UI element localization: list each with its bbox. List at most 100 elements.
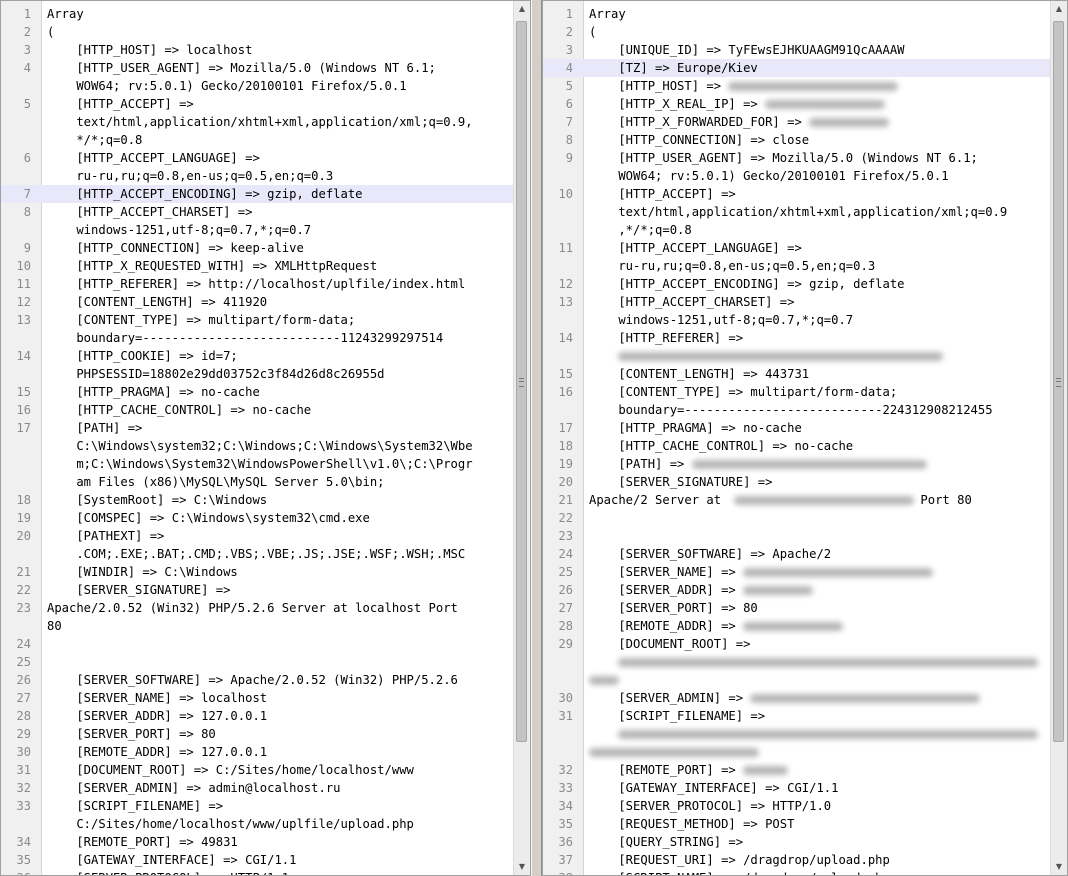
line-text-segment: ,*/*;q=0.8 (589, 223, 692, 237)
code-line[interactable]: 2( (1, 23, 514, 41)
code-line[interactable]: 31 [DOCUMENT_ROOT] => C:/Sites/home/loca… (1, 761, 514, 779)
code-line[interactable]: 14 [HTTP_REFERER] => (543, 329, 1051, 365)
code-line[interactable]: 32 [REMOTE_PORT] => (543, 761, 1051, 779)
pane-splitter[interactable] (531, 0, 542, 876)
code-line[interactable]: 33 [GATEWAY_INTERFACE] => CGI/1.1 (543, 779, 1051, 797)
code-line[interactable]: 25 [SERVER_NAME] => (543, 563, 1051, 581)
code-line[interactable]: 4 [TZ] => Europe/Kiev (543, 59, 1051, 77)
code-line[interactable]: 22 (543, 509, 1051, 527)
code-line[interactable]: 29 [SERVER_PORT] => 80 (1, 725, 514, 743)
code-line[interactable]: 26 [SERVER_SOFTWARE] => Apache/2.0.52 (W… (1, 671, 514, 689)
code-line[interactable]: 17 [HTTP_PRAGMA] => no-cache (543, 419, 1051, 437)
code-line[interactable]: 27 [SERVER_PORT] => 80 (543, 599, 1051, 617)
code-line[interactable]: 23 (543, 527, 1051, 545)
code-line[interactable]: 21 Apache/2 Server at Port 80 (543, 491, 1051, 509)
code-line[interactable]: 27 [SERVER_NAME] => localhost (1, 689, 514, 707)
code-line[interactable]: 9 [HTTP_USER_AGENT] => Mozilla/5.0 (Wind… (543, 149, 1051, 185)
code-line[interactable]: 23 Apache/2.0.52 (Win32) PHP/5.2.6 Server… (1, 599, 514, 635)
code-line[interactable]: 34 [SERVER_PROTOCOL] => HTTP/1.0 (543, 797, 1051, 815)
scroll-down-arrow-icon[interactable]: ▼ (514, 859, 530, 875)
code-line[interactable]: 6 [HTTP_ACCEPT_LANGUAGE] => ru-ru,ru;q=0… (1, 149, 514, 185)
code-line[interactable]: 9 [HTTP_CONNECTION] => keep-alive (1, 239, 514, 257)
code-line[interactable]: 26 [SERVER_ADDR] => (543, 581, 1051, 599)
code-line[interactable]: 28 [SERVER_ADDR] => 127.0.0.1 (1, 707, 514, 725)
code-line[interactable]: 37 [REQUEST_URI] => /dragdrop/upload.php (543, 851, 1051, 869)
line-number: 19 (558, 457, 573, 471)
code-line[interactable]: 32 [SERVER_ADMIN] => admin@localhost.ru (1, 779, 514, 797)
code-line[interactable]: 29 [DOCUMENT_ROOT] => (543, 635, 1051, 689)
code-line[interactable]: 19 [PATH] => (543, 455, 1051, 473)
code-line[interactable]: 8 [HTTP_ACCEPT_CHARSET] => windows-1251,… (1, 203, 514, 239)
code-line[interactable]: 12 [HTTP_ACCEPT_ENCODING] => gzip, defla… (543, 275, 1051, 293)
code-line[interactable]: 7 [HTTP_X_FORWARDED_FOR] => (543, 113, 1051, 131)
left-scroll-thumb[interactable] (516, 21, 527, 742)
line-text: [SERVER_PORT] => 80 (47, 725, 514, 743)
code-line[interactable]: 24 [SERVER_SOFTWARE] => Apache/2 (543, 545, 1051, 563)
code-line[interactable]: 35 [GATEWAY_INTERFACE] => CGI/1.1 (1, 851, 514, 869)
code-line[interactable]: 4 [HTTP_USER_AGENT] => Mozilla/5.0 (Wind… (1, 59, 514, 95)
left-vertical-scrollbar[interactable]: ▲ ▼ (513, 1, 530, 875)
code-line[interactable]: 22 [SERVER_SIGNATURE] => (1, 581, 514, 599)
line-text-segment: [SERVER_NAME] => (589, 565, 744, 579)
code-line[interactable]: 16 [CONTENT_TYPE] => multipart/form-data… (543, 383, 1051, 419)
code-line-row: 1 Array (1, 5, 514, 23)
code-line[interactable]: 18 [HTTP_CACHE_CONTROL] => no-cache (543, 437, 1051, 455)
code-line[interactable]: 36 [QUERY_STRING] => (543, 833, 1051, 851)
code-line[interactable]: 35 [REQUEST_METHOD] => POST (543, 815, 1051, 833)
code-line[interactable]: 15 [HTTP_PRAGMA] => no-cache (1, 383, 514, 401)
code-line[interactable]: 36 [SERVER_PROTOCOL] => HTTP/1.1 (1, 869, 514, 875)
scroll-up-arrow-icon[interactable]: ▲ (514, 1, 530, 17)
code-line[interactable]: 3 [HTTP_HOST] => localhost (1, 41, 514, 59)
code-line[interactable]: 1 Array (543, 5, 1051, 23)
code-line[interactable]: 12 [CONTENT_LENGTH] => 411920 (1, 293, 514, 311)
code-line[interactable]: 10 [HTTP_X_REQUESTED_WITH] => XMLHttpReq… (1, 257, 514, 275)
scroll-up-arrow-icon[interactable]: ▲ (1051, 1, 1067, 17)
code-line[interactable]: 5 [HTTP_ACCEPT] => text/html,application… (1, 95, 514, 149)
scroll-down-arrow-icon[interactable]: ▼ (1051, 859, 1067, 875)
code-line[interactable]: 21 [WINDIR] => C:\Windows (1, 563, 514, 581)
code-line[interactable]: 30 [REMOTE_ADDR] => 127.0.0.1 (1, 743, 514, 761)
right-scroll-thumb[interactable] (1053, 21, 1064, 742)
code-line[interactable]: 15 [CONTENT_LENGTH] => 443731 (543, 365, 1051, 383)
code-line[interactable]: 28 [REMOTE_ADDR] => (543, 617, 1051, 635)
code-line[interactable]: 20 [SERVER_SIGNATURE] => (543, 473, 1051, 491)
code-line[interactable]: 17 [PATH] => C:\Windows\system32;C:\Wind… (1, 419, 514, 491)
line-text-segment: windows-1251,utf-8;q=0.7,*;q=0.7 (47, 223, 312, 237)
code-line[interactable]: 33 [SCRIPT_FILENAME] => C:/Sites/home/lo… (1, 797, 514, 833)
code-line[interactable]: 11 [HTTP_ACCEPT_LANGUAGE] => ru-ru,ru;q=… (543, 239, 1051, 275)
code-line-row: 7 [HTTP_ACCEPT_ENCODING] => gzip, deflat… (1, 185, 514, 203)
line-text: [HTTP_ACCEPT_LANGUAGE] => (589, 239, 1051, 257)
code-line[interactable]: 5 [HTTP_HOST] => (543, 77, 1051, 95)
code-line[interactable]: 31 [SCRIPT_FILENAME] => (543, 707, 1051, 761)
code-line[interactable]: 1 Array (1, 5, 514, 23)
code-line[interactable]: 7 [HTTP_ACCEPT_ENCODING] => gzip, deflat… (1, 185, 514, 203)
code-line[interactable]: 11 [HTTP_REFERER] => http://localhost/up… (1, 275, 514, 293)
code-line[interactable]: 13 [HTTP_ACCEPT_CHARSET] => windows-1251… (543, 293, 1051, 329)
code-line[interactable]: 6 [HTTP_X_REAL_IP] => (543, 95, 1051, 113)
line-number: 35 (16, 853, 31, 867)
code-line[interactable]: 13 [CONTENT_TYPE] => multipart/form-data… (1, 311, 514, 347)
code-line[interactable]: 18 [SystemRoot] => C:\Windows (1, 491, 514, 509)
redacted-value (589, 748, 759, 757)
code-line[interactable]: 34 [REMOTE_PORT] => 49831 (1, 833, 514, 851)
code-line[interactable]: 2( (543, 23, 1051, 41)
code-line[interactable]: 14 [HTTP_COOKIE] => id=7; PHPSESSID=1880… (1, 347, 514, 383)
left-editor-pane[interactable]: 1 Array 2(3 [HTTP_HOST] => localhost 4 [HTT… (0, 0, 531, 876)
code-line[interactable]: 25 (1, 653, 514, 671)
code-line[interactable]: 8 [HTTP_CONNECTION] => close (543, 131, 1051, 149)
line-text-segment: [TZ] => Europe/Kiev (589, 61, 758, 75)
right-editor-pane[interactable]: 1 Array 2(3 [UNIQUE_ID] => TyFEwsEJHKUAAGM… (542, 0, 1068, 876)
code-line[interactable]: 38 [SCRIPT_NAME] => /dragdrop/upload.php (543, 869, 1051, 875)
line-number: 13 (558, 295, 573, 309)
code-line-row: 23 Apache/2.0.52 (Win32) PHP/5.2.6 Server… (1, 599, 514, 617)
code-line[interactable]: 20 [PATHEXT] => .COM;.EXE;.BAT;.CMD;.VBS… (1, 527, 514, 563)
code-line[interactable]: 10 [HTTP_ACCEPT] => text/html,applicatio… (543, 185, 1051, 239)
code-line[interactable]: 3 [UNIQUE_ID] => TyFEwsEJHKUAAGM91QcAAAA… (543, 41, 1051, 59)
line-number: 32 (558, 763, 573, 777)
code-line[interactable]: 19 [COMSPEC] => C:\Windows\system32\cmd.… (1, 509, 514, 527)
line-number: 5 (565, 79, 573, 93)
code-line[interactable]: 30 [SERVER_ADMIN] => (543, 689, 1051, 707)
code-line[interactable]: 24 (1, 635, 514, 653)
right-vertical-scrollbar[interactable]: ▲ ▼ (1050, 1, 1067, 875)
code-line[interactable]: 16 [HTTP_CACHE_CONTROL] => no-cache (1, 401, 514, 419)
